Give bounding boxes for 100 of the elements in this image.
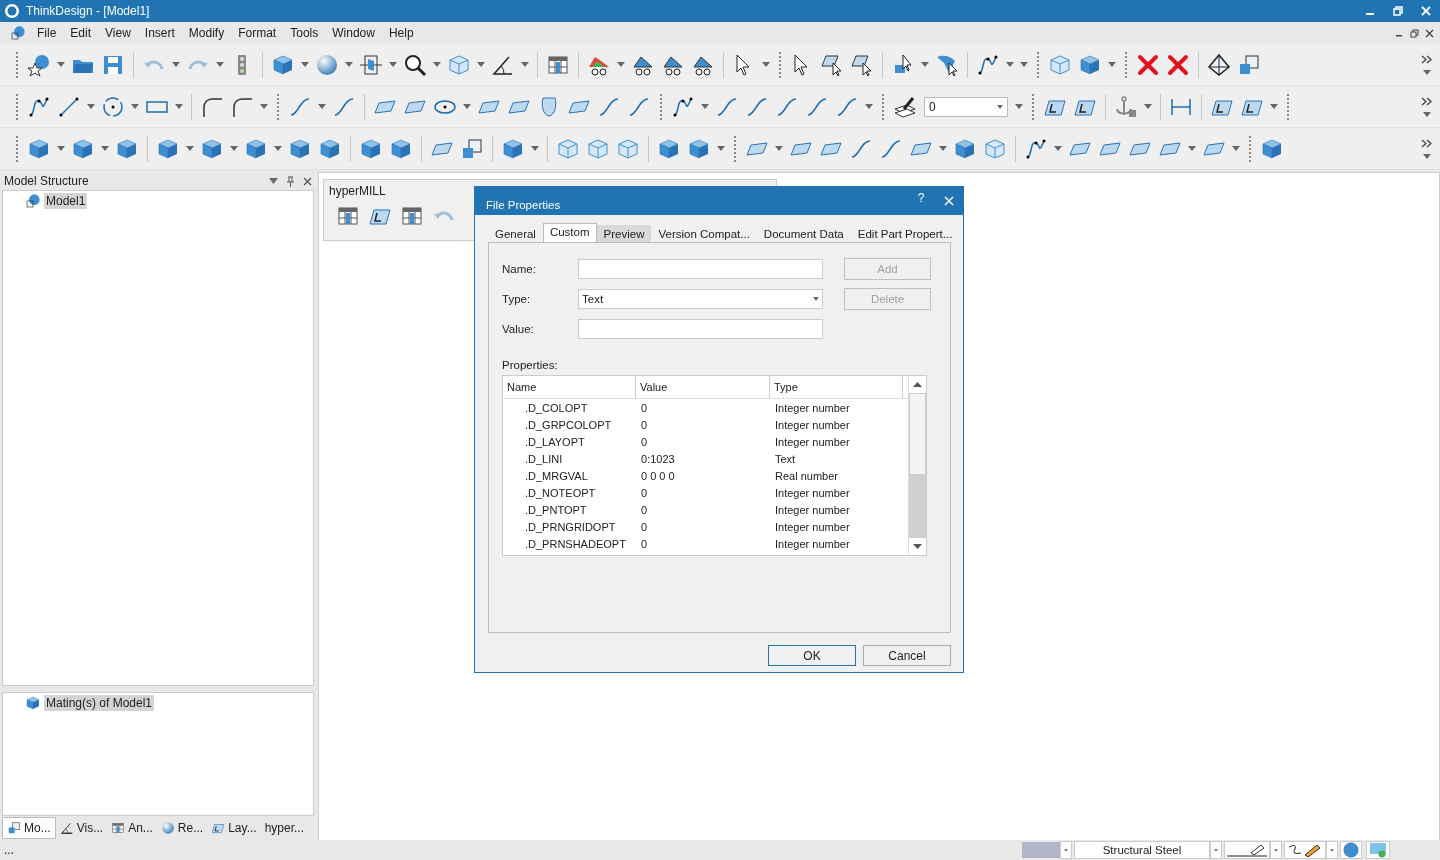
dropdown-arrow-icon[interactable] xyxy=(389,62,397,67)
sphere-icon[interactable] xyxy=(315,52,339,77)
dropdown-arrow-icon[interactable] xyxy=(1214,847,1218,853)
dropdown-arrow-icon[interactable] xyxy=(1423,69,1431,75)
chevron-icon[interactable] xyxy=(1421,138,1433,148)
menu-item[interactable]: Tools xyxy=(283,26,326,40)
dropdown-arrow-icon[interactable] xyxy=(172,62,180,67)
dropdown-arrow-icon[interactable] xyxy=(1232,146,1240,151)
dropdown-arrow-icon[interactable] xyxy=(1108,62,1116,67)
globe-icon[interactable] xyxy=(1343,842,1359,858)
menu-item[interactable]: Edit xyxy=(63,26,99,40)
column-header[interactable]: Value xyxy=(636,376,770,398)
menu-item[interactable]: Help xyxy=(381,26,421,40)
dropdown-arrow-icon[interactable] xyxy=(57,146,65,151)
chevron-icon[interactable] xyxy=(1421,96,1433,106)
dropdown-arrow-icon[interactable] xyxy=(531,146,539,151)
dialog-tab[interactable]: Document Data xyxy=(756,225,851,242)
circle-icon[interactable] xyxy=(101,94,125,119)
dropdown-arrow-icon[interactable] xyxy=(775,146,783,151)
panel-tab[interactable]: Re... xyxy=(156,818,208,838)
dropdown-arrow-icon[interactable] xyxy=(1330,847,1334,853)
dropdown-arrow-icon[interactable] xyxy=(1423,153,1431,159)
dropdown-arrow-icon[interactable] xyxy=(865,104,873,109)
type-dropdown[interactable]: Text xyxy=(578,289,823,309)
line-style-icon[interactable] xyxy=(1227,843,1267,857)
column-header[interactable]: Type xyxy=(770,376,903,398)
chevron-icon[interactable] xyxy=(1421,54,1433,64)
dropdown-arrow-icon[interactable] xyxy=(131,104,139,109)
close-icon[interactable] xyxy=(1425,28,1434,38)
dropdown-arrow-icon[interactable] xyxy=(717,146,725,151)
value-field[interactable] xyxy=(578,319,823,339)
dropdown-arrow-icon[interactable] xyxy=(1015,104,1023,109)
dropdown-arrow-icon[interactable] xyxy=(1064,847,1068,853)
dropdown-arrow-icon[interactable] xyxy=(301,62,309,67)
monitor-icon[interactable] xyxy=(1369,842,1387,858)
dropdown-arrow-icon[interactable] xyxy=(87,104,95,109)
dropdown-arrow-icon[interactable] xyxy=(762,62,770,67)
dialog-tab[interactable]: General xyxy=(488,225,543,242)
panel-tab[interactable]: An... xyxy=(107,818,157,838)
cross-icon[interactable] xyxy=(1166,52,1190,77)
panel-tab[interactable]: hyper... xyxy=(260,818,308,838)
layer-pen-icon[interactable] xyxy=(893,94,917,119)
app-menu-icon[interactable] xyxy=(10,25,26,41)
dropdown-arrow-icon[interactable] xyxy=(101,146,109,151)
dropdown-arrow-icon[interactable] xyxy=(521,62,529,67)
surface-cursor-icon[interactable] xyxy=(820,52,844,77)
anchor-icon[interactable] xyxy=(1114,94,1138,119)
dropdown-arrow-icon[interactable] xyxy=(318,104,326,109)
dropdown-arrow-icon[interactable] xyxy=(1270,104,1278,109)
dropdown-arrow-icon[interactable] xyxy=(57,62,65,67)
section-view-icon[interactable] xyxy=(359,52,383,77)
tree-item[interactable]: Mating(s) of Model1 xyxy=(44,695,155,711)
cross-icon[interactable] xyxy=(1136,52,1160,77)
restore-icon[interactable] xyxy=(1410,28,1419,38)
dialog-tab[interactable]: Preview xyxy=(596,225,652,242)
dropdown-arrow-icon[interactable] xyxy=(175,104,183,109)
layer-dropdown[interactable]: 0 xyxy=(924,96,1008,117)
name-field[interactable] xyxy=(578,259,823,279)
menu-item[interactable]: Window xyxy=(325,26,382,40)
dropdown-arrow-icon[interactable] xyxy=(274,146,282,151)
scroll-up-icon[interactable] xyxy=(913,382,922,387)
column-header[interactable]: Name xyxy=(503,376,636,398)
dropdown-arrow-icon[interactable] xyxy=(1188,146,1196,151)
search-icon[interactable] xyxy=(403,52,427,77)
table-icon[interactable] xyxy=(336,204,360,228)
dropdown-arrow-icon[interactable] xyxy=(1423,111,1431,117)
menu-item[interactable]: Format xyxy=(231,26,284,40)
dropdown-arrow-icon[interactable] xyxy=(230,146,238,151)
frame-icon[interactable] xyxy=(1207,52,1231,77)
dropdown-arrow-icon[interactable] xyxy=(463,104,471,109)
dropdown-arrow-icon[interactable] xyxy=(216,62,224,67)
panel-tab[interactable]: Vis... xyxy=(55,818,108,838)
dropdown-arrow-icon[interactable] xyxy=(1274,847,1278,853)
cancel-button[interactable]: Cancel xyxy=(863,645,951,666)
dropdown-arrow-icon[interactable] xyxy=(477,62,485,67)
dropdown-arrow-icon[interactable] xyxy=(433,62,441,67)
panel-tab[interactable]: Mo... xyxy=(2,817,56,839)
pen-icon[interactable] xyxy=(1287,843,1323,857)
scrollbar-thumb[interactable] xyxy=(909,393,926,475)
dropdown-arrow-icon[interactable] xyxy=(260,104,268,109)
dropdown-arrow-icon[interactable] xyxy=(345,62,353,67)
cubes-icon[interactable] xyxy=(460,136,484,161)
scroll-down-icon[interactable] xyxy=(913,544,922,549)
dropdown-arrow-icon[interactable] xyxy=(186,146,194,151)
menu-item[interactable]: View xyxy=(98,26,138,40)
dialog-tab[interactable]: Custom xyxy=(542,223,597,242)
table-icon[interactable] xyxy=(400,204,424,228)
ok-button[interactable]: OK xyxy=(768,645,856,666)
restore-icon[interactable] xyxy=(1393,6,1403,16)
dialog-tab[interactable]: Version Compat... xyxy=(651,225,757,242)
menu-item[interactable]: Modify xyxy=(181,26,232,40)
tree-item[interactable]: Model1 xyxy=(44,193,88,209)
menu-item[interactable]: File xyxy=(30,26,64,40)
dropdown-arrow-icon[interactable] xyxy=(269,178,278,184)
menu-item[interactable]: Insert xyxy=(137,26,182,40)
dropdown-arrow-icon[interactable] xyxy=(1054,146,1062,151)
close-icon[interactable] xyxy=(303,176,312,186)
dropdown-arrow-icon[interactable] xyxy=(617,62,625,67)
dropdown-arrow-icon[interactable] xyxy=(1144,104,1152,109)
pin-icon[interactable] xyxy=(286,175,295,187)
